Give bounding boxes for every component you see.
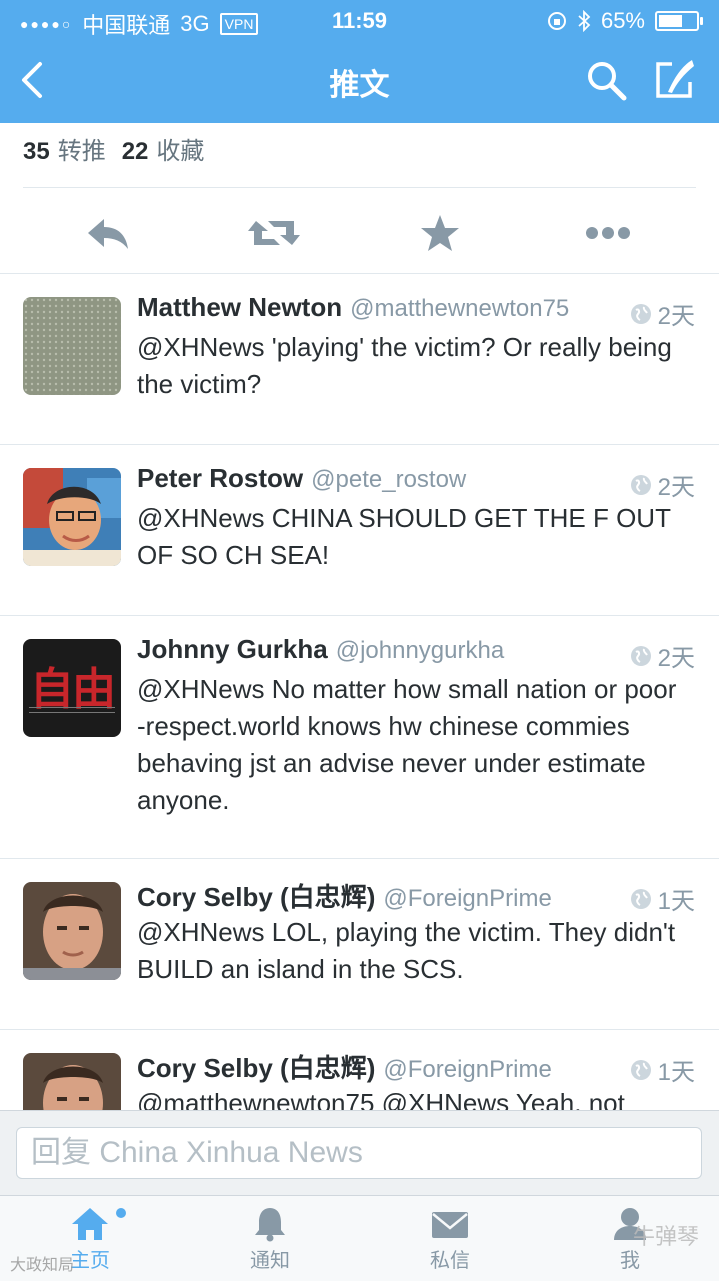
tweet-text: @XHNews No matter how small nation or po… (137, 674, 677, 815)
reply-tweet[interactable]: 自由 Johnny Gurkha @johnnygurkha 2天 @XHNews… (0, 616, 719, 859)
retweet-button[interactable] (242, 211, 306, 255)
retweet-count-value: 35 (23, 138, 50, 165)
avatar-image (23, 468, 121, 566)
compose-icon (656, 60, 694, 98)
reply-tweet[interactable]: Matthew Newton @matthewnewton75 2天 @XHNew… (0, 274, 719, 445)
reply-input[interactable] (16, 1127, 702, 1179)
favorite-count-value: 22 (121, 138, 149, 165)
tweet-time: 1天 (630, 1052, 695, 1087)
tweet-author[interactable]: Cory Selby (白忠辉) @ForeignPrime (137, 877, 552, 914)
reply-bar (0, 1110, 719, 1196)
tweet-time: 2天 (630, 638, 695, 673)
reply-tweet[interactable]: Cory Selby (白忠辉) @ForeignPrime 1天 @matthe… (0, 1030, 719, 1110)
favorite-count[interactable]: 22 收藏 (122, 131, 205, 166)
avatar-image (23, 1053, 121, 1110)
avatar[interactable]: 自由 (23, 639, 121, 737)
favorite-button[interactable] (408, 211, 472, 255)
tweet-stats-panel: 35 转推 22 收藏 (0, 123, 719, 274)
tweet-text: @XHNews LOL, playing the victim. They di… (137, 917, 676, 984)
author-handle: @pete_rostow (311, 466, 467, 493)
tweet-text: @XHNews CHINA SHOULD GET THE F OUT OF SO… (137, 503, 671, 570)
favorite-count-label: 收藏 (156, 138, 205, 165)
tab-label: 私信 (430, 1250, 470, 1272)
author-handle: @ForeignPrime (383, 885, 552, 912)
tweet-age: 1天 (657, 1059, 695, 1086)
status-bar: ●●●●○ 中国联通 3G VPN 11:59 65% (0, 0, 719, 40)
tweet-author[interactable]: Cory Selby (白忠辉) @ForeignPrime (137, 1048, 552, 1085)
reply-button[interactable] (76, 211, 140, 255)
home-icon (72, 1208, 108, 1240)
globe-icon (630, 303, 651, 324)
avatar[interactable] (23, 468, 121, 566)
battery-label: 65% (600, 8, 645, 33)
tab-label: 通知 (250, 1250, 290, 1272)
tweet-author[interactable]: Johnny Gurkha @johnnygurkha (137, 634, 504, 665)
tab-messages[interactable]: 私信 (390, 1196, 510, 1281)
globe-icon (630, 645, 651, 666)
tweet-age: 2天 (657, 303, 695, 330)
orientation-lock-icon (547, 12, 566, 30)
avatar[interactable] (23, 882, 121, 980)
retweet-icon (248, 221, 300, 245)
notification-dot (116, 1208, 126, 1218)
search-icon (588, 62, 627, 101)
bluetooth-icon (578, 10, 591, 32)
tweet-age: 2天 (657, 645, 695, 672)
bell-icon (255, 1208, 285, 1242)
tweet-age: 1天 (657, 888, 695, 915)
watermark-left: 大政知局 (10, 1257, 75, 1274)
author-handle: @ForeignPrime (383, 1056, 552, 1083)
tweet-text: @matthewnewton75 @XHNews Yeah, not (137, 1088, 625, 1110)
avatar-subtext (29, 707, 115, 713)
globe-icon (630, 888, 651, 909)
tweet-time: 2天 (630, 296, 695, 331)
avatar[interactable] (23, 1053, 121, 1110)
divider (23, 187, 696, 188)
author-name: Cory Selby (白忠辉) (137, 1053, 376, 1083)
retweet-count-label: 转推 (57, 138, 106, 165)
tweet-counts: 35 转推 22 收藏 (23, 131, 204, 166)
header: ●●●●○ 中国联通 3G VPN 11:59 65% 推文 (0, 0, 719, 123)
globe-icon (630, 474, 651, 495)
avatar[interactable] (23, 297, 121, 395)
envelope-icon (432, 1212, 468, 1238)
status-right: 65% (547, 8, 703, 34)
author-name: Johnny Gurkha (137, 634, 328, 664)
battery-fill (659, 15, 683, 27)
compose-button[interactable] (652, 56, 700, 104)
author-name: Matthew Newton (137, 292, 343, 322)
tab-bar: 主页 通知 私信 我 大政知局 牛弹琴 (0, 1195, 719, 1281)
watermark-right: 牛弹琴 (632, 1224, 699, 1249)
battery-icon (655, 11, 703, 31)
retweet-count[interactable]: 35 转推 (23, 131, 106, 166)
reply-tweet[interactable]: Peter Rostow @pete_rostow 2天 @XHNews CHIN… (0, 445, 719, 616)
search-button[interactable] (582, 56, 630, 104)
globe-icon (630, 1059, 651, 1080)
avatar-image (23, 297, 121, 395)
tweet-time: 2天 (630, 467, 695, 502)
more-button[interactable] (576, 211, 640, 255)
reply-tweet[interactable]: Cory Selby (白忠辉) @ForeignPrime 1天 @XHNews… (0, 859, 719, 1030)
avatar-image (23, 882, 121, 980)
author-handle: @johnnygurkha (335, 637, 505, 664)
more-icon (586, 227, 630, 239)
tweet-time: 1天 (630, 881, 695, 916)
favorite-icon (421, 215, 459, 251)
author-name: Peter Rostow (137, 463, 304, 493)
reply-icon (88, 219, 128, 249)
tweet-author[interactable]: Matthew Newton @matthewnewton75 (137, 292, 569, 323)
tab-notifications[interactable]: 通知 (210, 1196, 330, 1281)
tweet-text: @XHNews 'playing' the victim? Or really … (137, 332, 672, 399)
author-name: Cory Selby (白忠辉) (137, 882, 376, 912)
author-handle: @matthewnewton75 (350, 295, 570, 322)
tweet-age: 2天 (657, 474, 695, 501)
tweet-author[interactable]: Peter Rostow @pete_rostow (137, 463, 466, 494)
